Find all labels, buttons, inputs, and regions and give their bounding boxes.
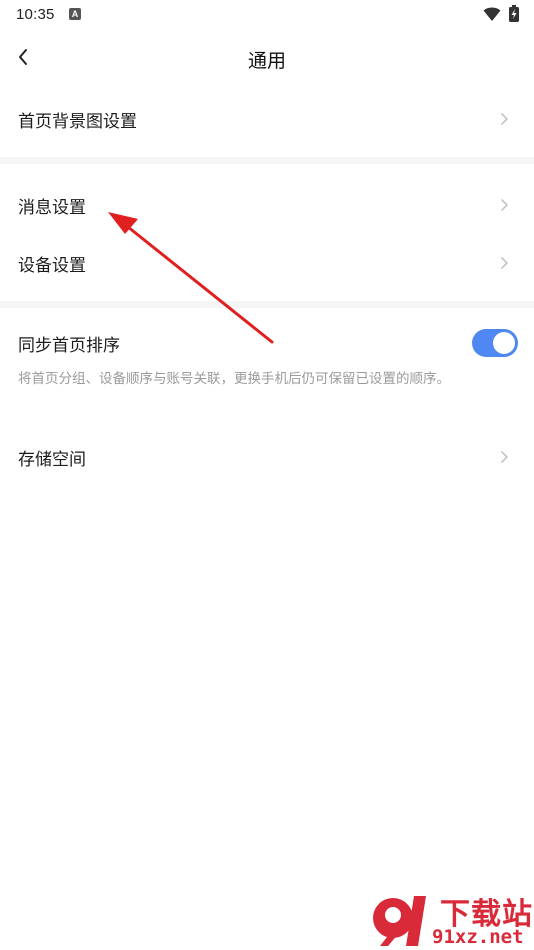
home-background-row[interactable]: 首页背景图设置 [0,90,534,148]
chevron-right-icon [501,257,508,269]
battery-charging-icon [509,5,519,22]
section-divider [0,157,534,164]
watermark-text-bottom: 91xz.net [432,926,524,948]
page-title: 通用 [247,51,286,72]
a-badge-icon: A [69,8,81,20]
chevron-right-icon [501,451,508,463]
device-settings-label: 设备设置 [18,255,86,275]
sync-home-order-description: 将首页分组、设备顺序与账号关联，更换手机后仍可保留已设置的顺序。 [18,371,450,386]
status-bar: 10:35 A [0,0,534,30]
status-time: 10:35 [16,6,55,23]
storage-label: 存储空间 [18,449,86,469]
chevron-right-icon [501,113,508,125]
section-divider [0,301,534,308]
device-settings-row[interactable]: 设备设置 [0,234,534,292]
wifi-icon [483,7,501,21]
nav-bar: 通用 [0,30,534,86]
home-background-label: 首页背景图设置 [18,111,137,131]
storage-row[interactable]: 存储空间 [0,428,534,486]
sync-home-order-toggle[interactable] [472,329,518,357]
chevron-right-icon [501,199,508,211]
message-settings-row[interactable]: 消息设置 [0,176,534,234]
sync-home-order-row: 同步首页排序 [0,314,534,372]
message-settings-label: 消息设置 [18,197,86,217]
sync-home-order-label: 同步首页排序 [18,335,120,355]
toggle-knob [493,332,515,354]
